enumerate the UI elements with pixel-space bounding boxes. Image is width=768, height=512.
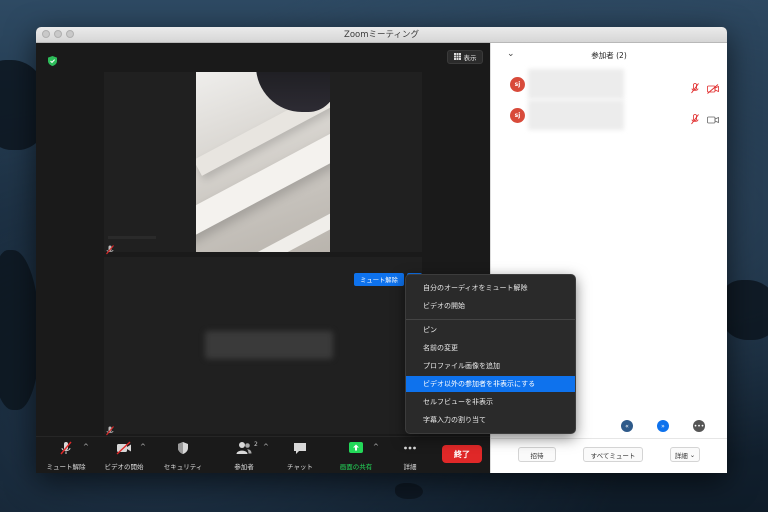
chevron-down-icon: ⌄: [689, 450, 696, 459]
mic-muted-icon[interactable]: [691, 110, 699, 129]
menu-item-pin[interactable]: ピン: [406, 322, 575, 338]
menu-item-add-profile-picture[interactable]: プロファイル画像を追加: [406, 358, 575, 374]
mic-muted-icon[interactable]: [691, 79, 699, 98]
tile-name-bar: [108, 236, 156, 239]
menu-item-unmute-audio[interactable]: 自分のオーディオをミュート解除: [406, 280, 575, 296]
more-options-icon[interactable]: •••: [693, 420, 705, 432]
participants-icon: [224, 440, 264, 459]
share-screen-icon: [334, 440, 378, 459]
participants-count-badge: 2: [254, 441, 258, 448]
unmute-label: ミュート解除: [46, 463, 86, 471]
share-options-chevron-icon[interactable]: ^: [373, 443, 379, 451]
view-button-label: 表示: [463, 54, 477, 62]
chat-icon: [284, 440, 316, 459]
tile-unmute-button[interactable]: ミュート解除: [354, 273, 404, 286]
participant-row[interactable]: sj: [491, 69, 727, 99]
start-video-label: ビデオの開始: [104, 463, 144, 471]
share-screen-toolbar-button[interactable]: 画面の共有: [334, 440, 378, 472]
participant-row[interactable]: sj: [491, 100, 727, 130]
shield-icon: [158, 440, 208, 459]
participants-label: 参加者: [234, 463, 254, 471]
grid-icon: [453, 52, 461, 62]
menu-item-assign-captions[interactable]: 字幕入力の割り当て: [406, 412, 575, 428]
security-label: セキュリティ: [163, 463, 203, 471]
menu-item-hide-self-view[interactable]: セルフビューを非表示: [406, 394, 575, 410]
menu-item-rename[interactable]: 名前の変更: [406, 340, 575, 356]
camera-feed-image: [196, 72, 330, 252]
zoom-window: Zoomミーティング 表示 ミュート解除 ミュート解除 ^ ビデオの開始 ^ セ…: [36, 27, 727, 473]
participants-options-chevron-icon[interactable]: ^: [263, 443, 269, 451]
more-label: 詳細: [403, 463, 417, 471]
more-toolbar-button[interactable]: 詳細: [396, 440, 424, 472]
participant-name-blurred: [528, 100, 624, 130]
video-camera-icon[interactable]: [707, 110, 719, 129]
chat-label: チャット: [287, 463, 313, 471]
participants-panel-title: 参加者 (2): [591, 51, 627, 60]
mic-muted-icon: [44, 440, 88, 459]
background-rock: [720, 280, 768, 340]
video-tile-camera[interactable]: [104, 72, 422, 255]
window-title: Zoomミーティング: [344, 30, 419, 40]
details-label: 詳細: [674, 451, 688, 460]
participant-name-blurred: [528, 69, 624, 99]
invite-button[interactable]: 招待: [518, 447, 556, 462]
menu-divider: [406, 319, 575, 320]
video-options-chevron-icon[interactable]: ^: [140, 443, 146, 451]
next-page-icon[interactable]: »: [657, 420, 669, 432]
avatar: sj: [510, 77, 525, 92]
share-screen-label: 画面の共有: [339, 463, 373, 471]
mic-muted-icon: [106, 240, 116, 255]
participant-context-menu: 自分のオーディオをミュート解除 ビデオの開始 ピン 名前の変更 プロファイル画像…: [405, 274, 576, 434]
avatar: sj: [510, 108, 525, 123]
participants-toolbar-button[interactable]: 参加者: [224, 440, 264, 472]
participant-name-blurred: [205, 331, 333, 359]
previous-page-icon[interactable]: «: [621, 420, 633, 432]
menu-item-start-video[interactable]: ビデオの開始: [406, 298, 575, 314]
mute-all-button[interactable]: すべてミュート: [583, 447, 643, 462]
unmute-toolbar-button[interactable]: ミュート解除: [44, 440, 88, 472]
encryption-shield-icon[interactable]: [48, 51, 57, 70]
chat-toolbar-button[interactable]: チャット: [284, 440, 316, 472]
details-dropdown-button[interactable]: 詳細 ⌄: [670, 447, 700, 462]
meeting-toolbar: ミュート解除 ^ ビデオの開始 ^ セキュリティ 参加者 2 ^ チャット 画面…: [36, 436, 490, 473]
audio-options-chevron-icon[interactable]: ^: [83, 443, 89, 451]
end-meeting-button[interactable]: 終了: [442, 445, 482, 463]
view-button[interactable]: 表示: [447, 50, 483, 64]
participants-panel-header: ⌄ 参加者 (2): [491, 43, 727, 67]
title-bar: Zoomミーティング: [36, 27, 727, 43]
background-rock: [395, 483, 423, 499]
security-toolbar-button[interactable]: セキュリティ: [158, 440, 208, 472]
more-dots-icon: [396, 440, 424, 459]
menu-item-hide-non-video-participants[interactable]: ビデオ以外の参加者を非表示にする: [406, 376, 575, 392]
mic-muted-icon: [106, 421, 116, 436]
video-off-icon[interactable]: [707, 79, 719, 98]
participants-panel-footer: 招待 すべてミュート 詳細 ⌄: [491, 438, 727, 473]
background-rock: [0, 250, 40, 410]
